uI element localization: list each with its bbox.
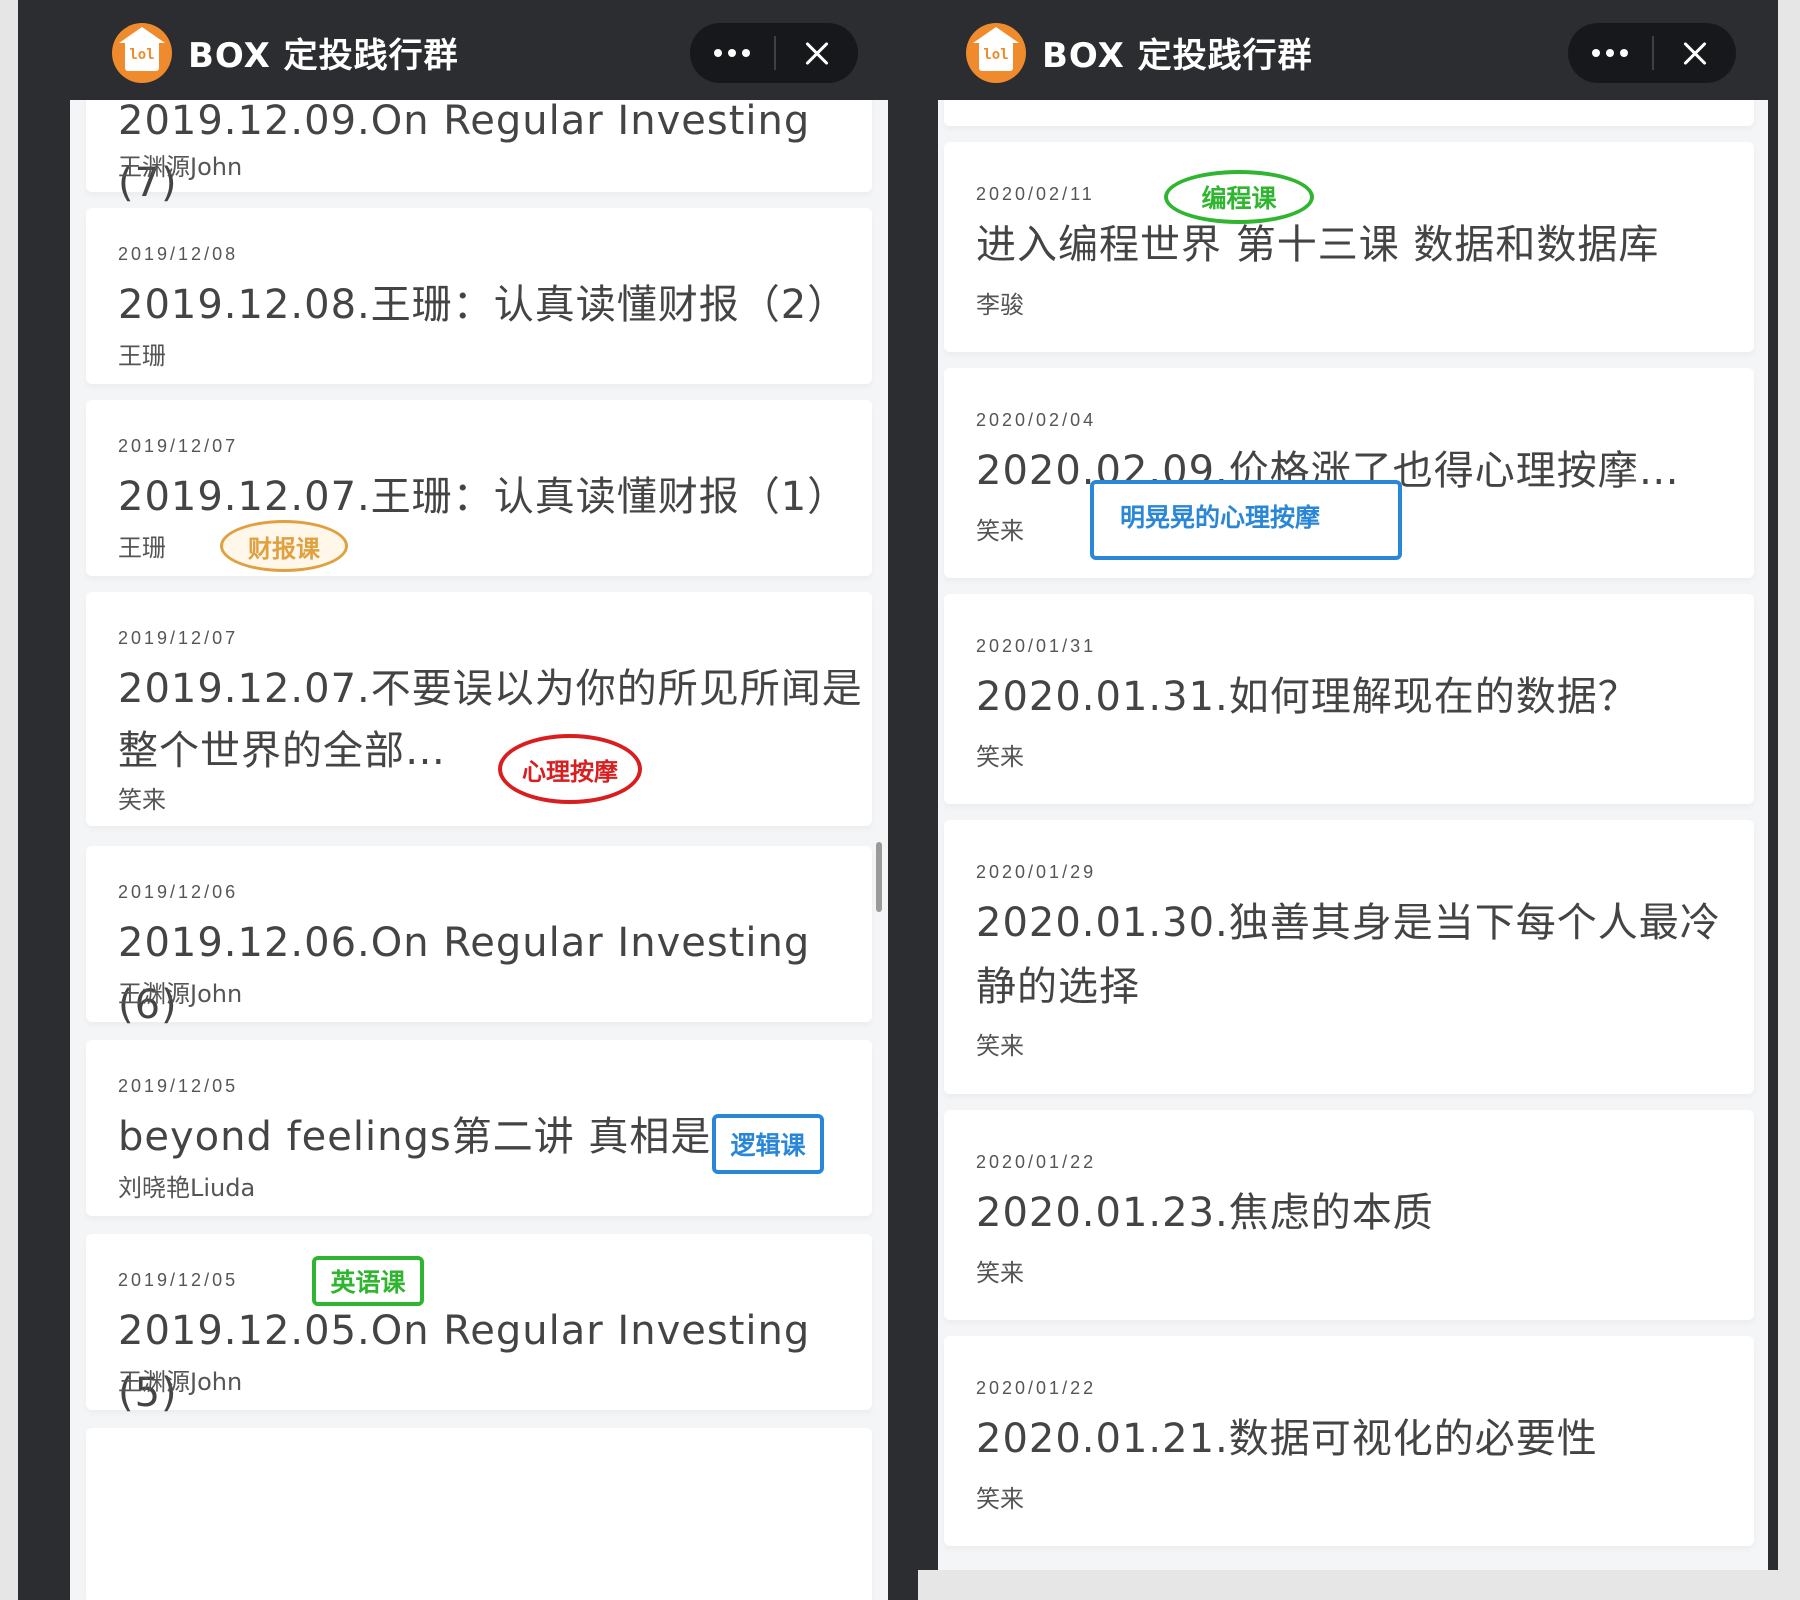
article-author: 王珊 <box>118 342 166 370</box>
article-date: 2019/12/07 <box>118 436 239 456</box>
list-item[interactable]: 2019/12/05 beyond feelings第二讲 真相是什么 刘晓艳L… <box>86 1040 872 1216</box>
article-author: 王渊源John <box>118 980 243 1008</box>
house-logo-icon: lol <box>112 23 172 83</box>
list-item[interactable]: 2020/01/29 2020.01.30.独善其身是当下每个人最冷 静的选择 … <box>944 820 1754 1094</box>
article-title: 2020.01.23.焦虑的本质 <box>976 1190 1434 1236</box>
house-logo-icon: lol <box>966 23 1026 83</box>
list-item[interactable]: 2019.12.09.On Regular Investing (7) 王渊源J… <box>86 100 872 206</box>
article-date: 2020/01/31 <box>976 636 1097 656</box>
list-item[interactable]: 2020/01/22 2020.01.23.焦虑的本质 笑来 <box>944 1110 1754 1320</box>
article-date: 2019/12/08 <box>118 244 239 264</box>
psych-massage-tag: 心理按摩 <box>498 734 642 804</box>
article-author: 笑来 <box>976 517 1024 545</box>
article-title: 进入编程世界 第十三课 数据和数据库 <box>976 222 1660 268</box>
list-item[interactable]: 2020/02/04 2020.02.09.价格涨了也得心理按摩… 笑来 明晃晃… <box>944 368 1754 578</box>
article-title: 2020.01.31.如何理解现在的数据？ <box>976 674 1639 720</box>
more-dots-icon[interactable] <box>690 23 774 83</box>
article-date: 2019/12/05 <box>118 1270 239 1290</box>
article-title: 2019.12.07.王珊：认真读懂财报（1） <box>118 474 849 520</box>
app-title: BOX 定投践行群 <box>1042 36 1313 76</box>
logic-course-tag: 逻辑课 <box>712 1114 824 1174</box>
article-author: 笑来 <box>976 1259 1024 1287</box>
article-feed[interactable]: 2019.12.09.On Regular Investing (7) 王渊源J… <box>70 100 888 1600</box>
article-author: 王珊 <box>118 534 166 562</box>
article-author: 李骏 <box>976 291 1024 319</box>
article-title-line1: 2020.01.30.独善其身是当下每个人最冷 <box>976 900 1721 946</box>
article-date: 2020/02/04 <box>976 410 1097 430</box>
article-title: 2020.01.21.数据可视化的必要性 <box>976 1416 1598 1462</box>
list-item[interactable] <box>944 100 1754 126</box>
article-author: 刘晓艳Liuda <box>118 1174 256 1202</box>
article-author: 王渊源John <box>118 1368 243 1396</box>
article-date: 2019/12/06 <box>118 882 239 902</box>
right-phone-screen: lol BOX 定投践行群 2020/02/11 进入编程世界 第十三课 数据和… <box>918 0 1778 1570</box>
mini-program-titlebar: lol BOX 定投践行群 <box>938 0 1768 100</box>
list-item[interactable]: 2019/12/07 2019.12.07.不要误以为你的所见所闻是 整个世界的… <box>86 592 872 826</box>
article-date: 2020/01/22 <box>976 1378 1097 1398</box>
more-dots-icon[interactable] <box>1568 23 1652 83</box>
article-date: 2020/01/29 <box>976 862 1097 882</box>
app-title: BOX 定投践行群 <box>188 36 459 76</box>
list-item[interactable]: 2019/12/06 2019.12.06.On Regular Investi… <box>86 846 872 1028</box>
article-title-line2: 静的选择 <box>976 964 1140 1010</box>
list-item[interactable]: 2019/12/08 2019.12.08.王珊：认真读懂财报（2） 王珊 <box>86 208 872 384</box>
finance-course-tag: 财报课 <box>220 520 348 572</box>
article-date: 2020/02/11 <box>976 184 1095 204</box>
english-course-tag: 英语课 <box>312 1256 424 1306</box>
list-item[interactable]: 2020/01/31 2020.01.31.如何理解现在的数据？ 笑来 <box>944 594 1754 804</box>
left-phone-screen: lol BOX 定投践行群 2019.12.09.On Regular Inve… <box>18 0 918 1600</box>
close-icon[interactable] <box>1654 23 1736 83</box>
list-item[interactable] <box>86 1428 872 1600</box>
mini-program-titlebar: lol BOX 定投践行群 <box>70 0 868 100</box>
article-author: 笑来 <box>976 1485 1024 1513</box>
article-feed[interactable]: 2020/02/11 进入编程世界 第十三课 数据和数据库 李骏 编程课 202… <box>938 100 1768 1570</box>
article-author: 王渊源John <box>118 153 243 181</box>
article-title: 2019.12.08.王珊：认真读懂财报（2） <box>118 282 849 328</box>
close-icon[interactable] <box>776 23 858 83</box>
programming-course-tag: 编程课 <box>1164 170 1314 224</box>
article-date: 2020/01/22 <box>976 1152 1097 1172</box>
article-date: 2019/12/05 <box>118 1076 239 1096</box>
article-author: 笑来 <box>976 743 1024 771</box>
article-title-line2: 整个世界的全部… <box>118 728 446 774</box>
article-title: beyond feelings第二讲 真相是什么 <box>118 1114 794 1160</box>
list-item[interactable]: 2020/02/11 进入编程世界 第十三课 数据和数据库 李骏 编程课 <box>944 142 1754 352</box>
article-title-line1: 2019.12.07.不要误以为你的所见所闻是 <box>118 666 863 712</box>
list-item[interactable]: 2020/01/22 2020.01.21.数据可视化的必要性 笑来 <box>944 1336 1754 1546</box>
capsule-menu <box>690 23 858 83</box>
article-author: 笑来 <box>118 786 166 814</box>
list-item[interactable]: 2019/12/07 2019.12.07.王珊：认真读懂财报（1） 王珊 财报… <box>86 400 872 576</box>
article-author: 笑来 <box>976 1032 1024 1060</box>
obvious-psych-massage-tag: 明晃晃的心理按摩 <box>1090 480 1402 560</box>
capsule-menu <box>1568 23 1736 83</box>
article-date: 2019/12/07 <box>118 628 239 648</box>
scrollbar-thumb[interactable] <box>876 842 882 912</box>
list-item[interactable]: 2019/12/05 2019.12.05.On Regular Investi… <box>86 1234 872 1416</box>
